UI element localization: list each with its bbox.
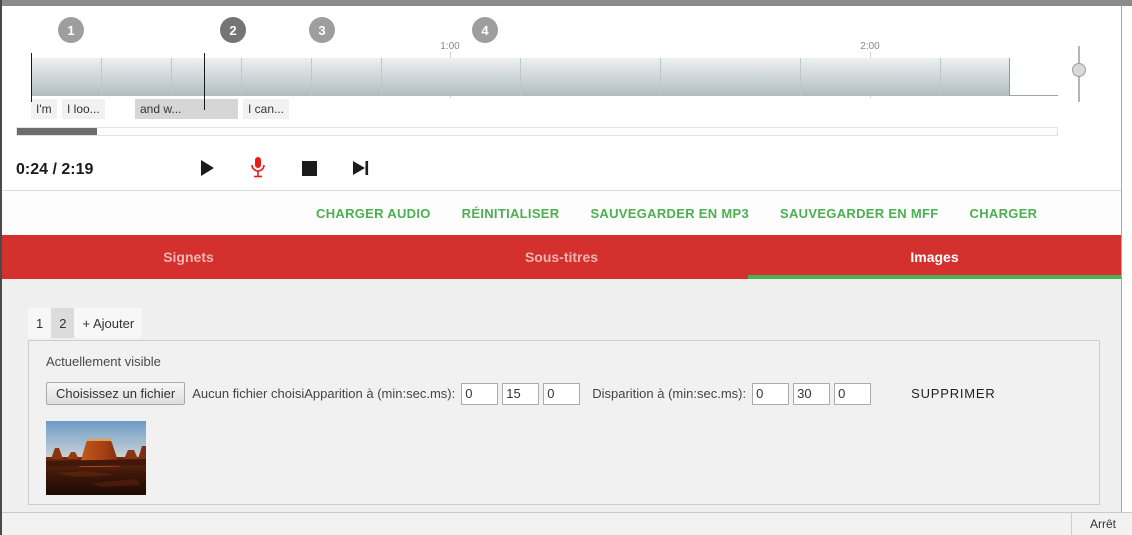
subtitle-chip[interactable]: I loo... [62,99,105,119]
action-menu-row: CHARGER AUDIO RÉINITIALISER SAUVEGARDER … [2,190,1121,235]
image-page-tabs: 1 2 + Ajouter [28,308,142,338]
bookmark-marker-1[interactable]: 1 [58,17,84,43]
disparition-label: Disparition à (min:sec.ms): [592,386,746,401]
playback-cursor[interactable] [204,53,205,110]
image-thumbnail[interactable] [46,421,146,495]
time-display: 0:24 / 2:19 [16,161,93,179]
play-icon [199,159,215,177]
stop-button[interactable] [299,156,319,180]
main-area: 1 2 3 4 1:00 2:00 I' [2,6,1122,512]
timeline-time-label-1: 1:00 [430,41,470,52]
section-tabbar: Signets Sous-titres Images [2,235,1121,279]
add-image-tab-button[interactable]: + Ajouter [74,308,142,338]
apparition-label: Apparition à (min:sec.ms): [304,386,455,401]
transport-controls: 0:24 / 2:19 [2,152,1121,190]
volume-slider[interactable] [1071,46,1087,102]
microphone-icon [249,156,267,180]
file-status-text: Aucun fichier choisi [192,386,304,401]
save-mp3-link[interactable]: SAUVEGARDER EN MP3 [590,206,749,221]
skip-to-end-button[interactable] [350,156,370,180]
record-button[interactable] [248,156,268,180]
image-page-tab-1[interactable]: 1 [28,308,51,338]
load-link[interactable]: CHARGER [970,206,1038,221]
volume-slider-handle[interactable] [1072,63,1086,77]
disparition-ms-input[interactable] [834,383,871,405]
timeline-start-line [31,53,32,102]
image-settings-panel: Actuellement visible Choisissez un fichi… [28,340,1100,505]
play-button[interactable] [197,156,217,180]
subtitle-chip[interactable]: I can... [243,99,289,119]
app-window: 1 2 3 4 1:00 2:00 I' [0,0,1132,535]
apparition-ms-input[interactable] [543,383,580,405]
tab-images[interactable]: Images [748,235,1121,279]
timeline-section: 1 2 3 4 1:00 2:00 I' [2,6,1121,190]
tab-sous-titres[interactable]: Sous-titres [375,235,748,279]
disparition-sec-input[interactable] [793,383,830,405]
save-mff-link[interactable]: SAUVEGARDER EN MFF [780,206,939,221]
seek-progress-fill [17,128,97,135]
status-bar: Arrêt [2,512,1132,535]
seek-progress-bar[interactable] [16,127,1058,136]
waveform-strip[interactable] [31,58,1058,96]
image-page-tab-2[interactable]: 2 [51,308,74,338]
choose-file-button[interactable]: Choisissez un fichier [46,382,185,405]
tab-signets[interactable]: Signets [2,235,375,279]
apparition-min-input[interactable] [461,383,498,405]
images-tab-content: 1 2 + Ajouter Actuellement visible Chois… [2,279,1121,512]
delete-image-button[interactable]: SUPPRIMER [911,386,996,401]
apparition-sec-input[interactable] [502,383,539,405]
disparition-min-input[interactable] [752,383,789,405]
bookmark-marker-4[interactable]: 4 [472,17,498,43]
skip-end-icon [352,159,369,177]
playback-state-label: Arrêt [1071,513,1132,535]
stop-icon [302,161,317,176]
bookmark-marker-2[interactable]: 2 [220,17,246,43]
subtitle-chip-selected[interactable]: and w... [135,99,238,119]
bookmark-marker-3[interactable]: 3 [309,17,335,43]
reset-link[interactable]: RÉINITIALISER [462,206,560,221]
subtitle-chip[interactable]: I'm [31,99,57,119]
image-file-row: Choisissez un fichier Aucun fichier choi… [46,382,1086,405]
load-audio-link[interactable]: CHARGER AUDIO [316,206,431,221]
panel-title: Actuellement visible [46,354,161,369]
timeline-time-label-2: 2:00 [850,41,890,52]
subtitle-chip-row: I'm I loo... and w... I can... [2,99,1121,121]
window-left-border [0,0,2,535]
